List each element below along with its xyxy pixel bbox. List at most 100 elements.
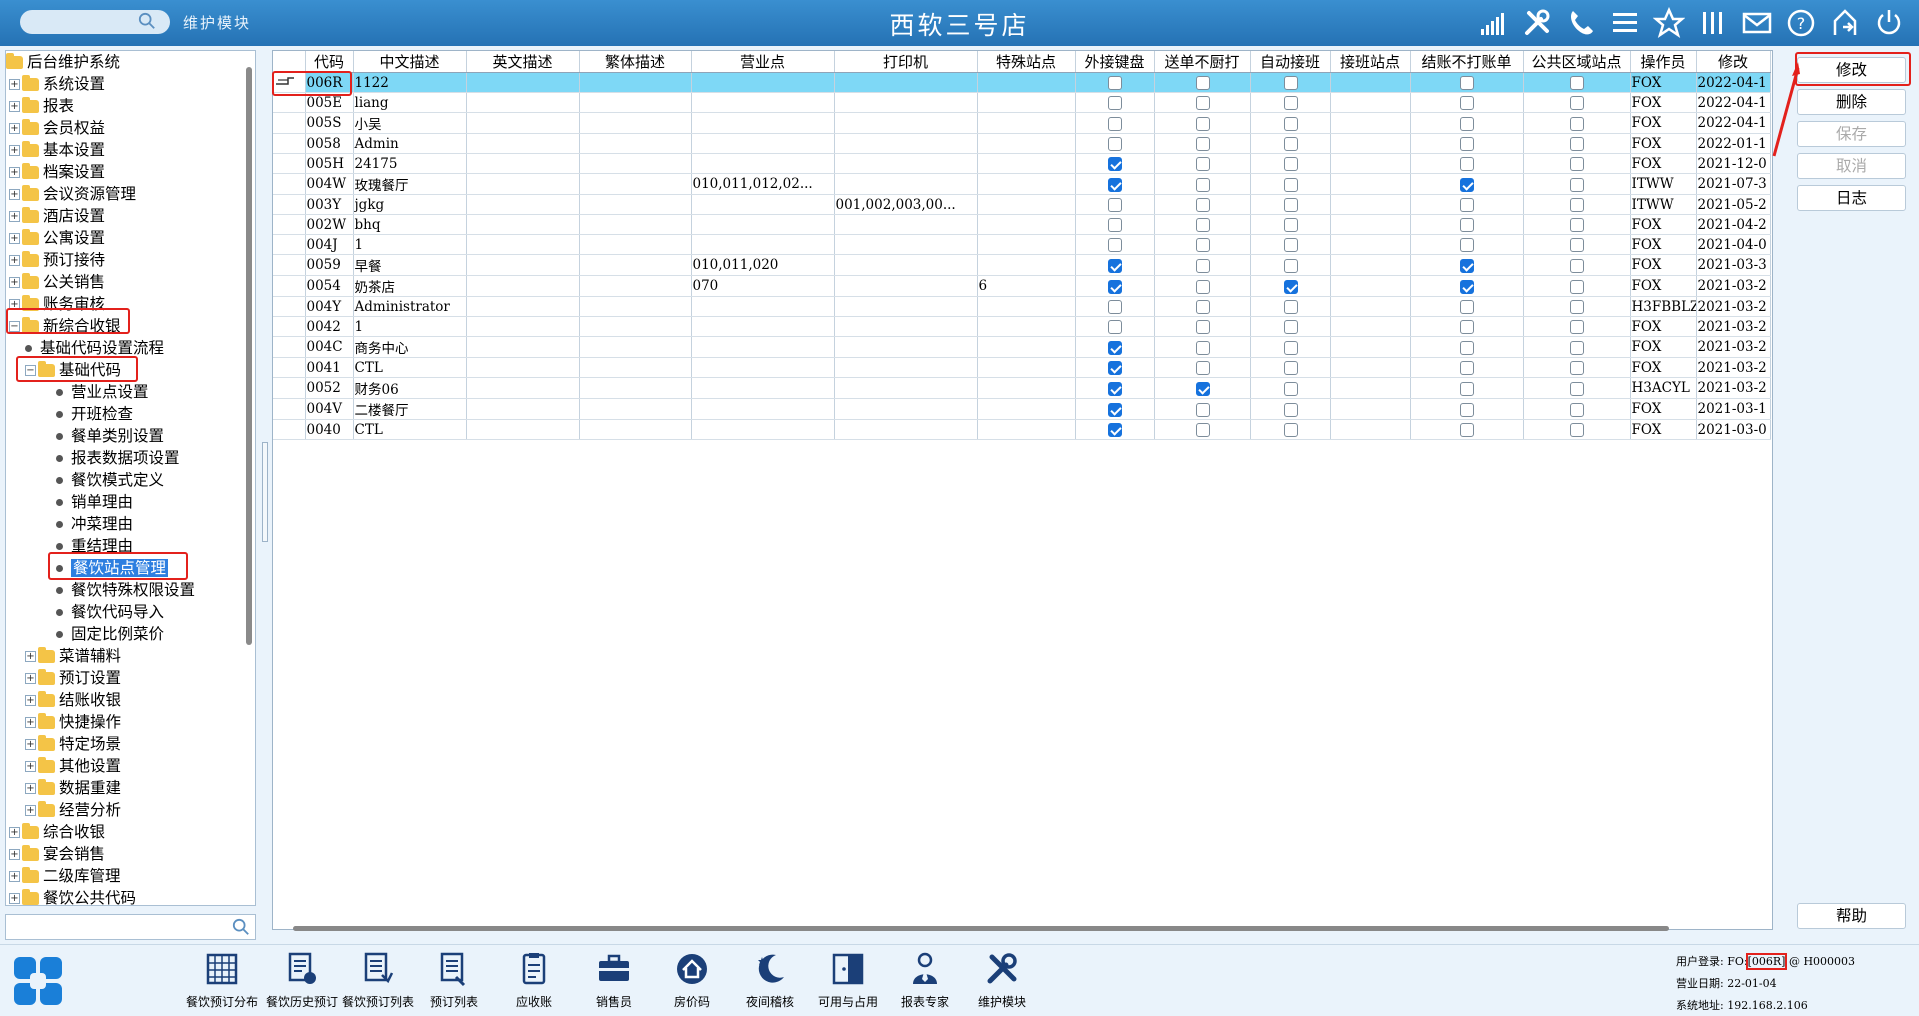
tree-item[interactable]: + 档案设置 [9, 161, 105, 183]
tree-item[interactable]: 餐单类别设置 [56, 425, 164, 447]
help-button[interactable]: 帮助 [1797, 903, 1906, 929]
checkbox[interactable] [1570, 198, 1584, 212]
checkbox[interactable] [1570, 340, 1584, 355]
cell-code[interactable]: 0041 [305, 357, 354, 378]
checkbox[interactable] [1283, 218, 1298, 232]
cell-operator[interactable]: FOX [1630, 133, 1697, 154]
cell-tw[interactable] [579, 316, 692, 337]
cell-en[interactable] [466, 234, 580, 255]
cell-operator[interactable]: FOX [1630, 316, 1697, 337]
row-indicator[interactable] [273, 398, 306, 420]
cell-outlet[interactable] [691, 194, 835, 215]
cell-special[interactable] [977, 173, 1076, 195]
cell-special[interactable] [977, 72, 1076, 93]
cell-shiftstation[interactable] [1330, 153, 1411, 174]
tree-item[interactable]: 餐饮站点管理 [56, 557, 169, 579]
tree-item[interactable]: − 基础代码 [25, 359, 121, 381]
cell-modified[interactable]: 2021-04-2 [1696, 214, 1771, 235]
checkbox[interactable] [1195, 423, 1210, 437]
cell-shiftstation[interactable] [1330, 275, 1411, 297]
checkbox[interactable] [1460, 361, 1474, 375]
cell-printer[interactable] [834, 133, 978, 154]
cell-operator[interactable]: FOX [1630, 254, 1697, 276]
cell-outlet[interactable] [691, 336, 835, 358]
checkbox[interactable] [1108, 381, 1122, 396]
cell-cn[interactable]: 二楼餐厅 [353, 398, 467, 420]
tree-item[interactable]: 重结理由 [56, 535, 133, 557]
cell-operator[interactable]: FOX [1630, 357, 1697, 378]
checkbox[interactable] [1108, 157, 1122, 171]
checkbox[interactable] [1460, 96, 1474, 110]
checkbox[interactable] [1195, 279, 1210, 294]
row-indicator[interactable] [273, 133, 306, 154]
search-icon[interactable] [138, 12, 156, 30]
checkbox[interactable] [1108, 320, 1122, 334]
toolbar-button[interactable]: 预订列表 [414, 951, 494, 1010]
cell-outlet[interactable]: 010,011,020 [691, 254, 835, 276]
cell-outlet[interactable]: 010,011,012,02... [691, 173, 835, 195]
cell-shiftstation[interactable] [1330, 72, 1411, 93]
checkbox[interactable] [1195, 198, 1210, 212]
cell-modified[interactable]: 2021-03-2 [1696, 275, 1771, 297]
checkbox[interactable] [1460, 157, 1474, 171]
toolbar-button[interactable]: 可用与占用 [808, 951, 888, 1010]
cell-en[interactable] [466, 72, 580, 93]
column-header[interactable]: 结账不打账单 [1410, 51, 1524, 73]
cell-code[interactable]: 0052 [305, 377, 354, 399]
column-header[interactable]: 外接键盘 [1075, 51, 1155, 73]
row-indicator[interactable] [273, 234, 306, 255]
cell-en[interactable] [466, 316, 580, 337]
tree-item[interactable]: + 预订设置 [25, 667, 121, 689]
cell-code[interactable]: 005S [305, 112, 354, 134]
checkbox[interactable] [1460, 177, 1474, 192]
expand-icon[interactable]: + [25, 805, 36, 816]
cell-shiftstation[interactable] [1330, 336, 1411, 358]
table-row[interactable]: 0059 早餐 010,011,020 FOX 2021-03-3 [273, 254, 1771, 276]
checkbox[interactable] [1460, 238, 1474, 252]
expand-icon[interactable]: + [9, 123, 20, 134]
table-row[interactable]: 002W bhq FOX 2021-04-2 [273, 214, 1771, 235]
cell-printer[interactable] [834, 398, 978, 420]
checkbox[interactable] [1283, 279, 1298, 294]
cell-operator[interactable]: FOX [1630, 419, 1697, 440]
panel-splitter[interactable] [262, 442, 268, 542]
cell-modified[interactable]: 2021-03-1 [1696, 398, 1771, 420]
cell-outlet[interactable] [691, 296, 835, 317]
column-header[interactable]: 特殊站点 [977, 51, 1076, 73]
cell-code[interactable]: 005H [305, 153, 354, 174]
row-indicator[interactable] [273, 92, 306, 113]
cell-code[interactable]: 0042 [305, 316, 354, 337]
tree-item[interactable]: 后台维护系统 [6, 51, 120, 73]
cell-shiftstation[interactable] [1330, 296, 1411, 317]
cell-printer[interactable] [834, 336, 978, 358]
cell-modified[interactable]: 2021-03-2 [1696, 316, 1771, 337]
cell-shiftstation[interactable] [1330, 194, 1411, 215]
expand-icon[interactable]: + [25, 695, 36, 706]
cell-printer[interactable] [834, 419, 978, 440]
toolbar-button[interactable]: 夜间稽核 [730, 951, 810, 1010]
tree-item[interactable]: + 公关销售 [9, 271, 105, 293]
checkbox[interactable] [1570, 116, 1584, 131]
checkbox[interactable] [1108, 198, 1122, 212]
table-row[interactable]: 004Y Administrator H3FBBLZ 2021-03-2 [273, 296, 1771, 317]
cell-code[interactable]: 004W [305, 173, 354, 195]
tree-item[interactable]: 餐饮模式定义 [56, 469, 164, 491]
table-row[interactable]: 005S 小吴 FOX 2022-04-1 [273, 112, 1771, 134]
switch-user-icon[interactable] [1829, 7, 1861, 39]
module-search-input[interactable] [20, 10, 170, 34]
checkbox[interactable] [1283, 96, 1298, 110]
cell-operator[interactable]: FOX [1630, 336, 1697, 358]
cell-modified[interactable]: 2021-03-2 [1696, 357, 1771, 378]
tree-item[interactable]: + 宴会销售 [9, 843, 105, 865]
tree-item[interactable]: 固定比例菜价 [56, 623, 164, 645]
table-row[interactable]: 0041 CTL FOX 2021-03-2 [273, 357, 1771, 378]
cell-shiftstation[interactable] [1330, 377, 1411, 399]
toolbar-button[interactable]: 维护模块 [962, 951, 1042, 1010]
cell-operator[interactable]: FOX [1630, 72, 1697, 93]
cell-cn[interactable]: Admin [353, 133, 467, 154]
tree-item[interactable]: 报表数据项设置 [56, 447, 180, 469]
checkbox[interactable] [1108, 137, 1122, 151]
toolbar-button[interactable]: 餐饮预订列表 [338, 951, 418, 1010]
column-header[interactable]: 操作员 [1630, 51, 1697, 73]
cell-special[interactable] [977, 133, 1076, 154]
